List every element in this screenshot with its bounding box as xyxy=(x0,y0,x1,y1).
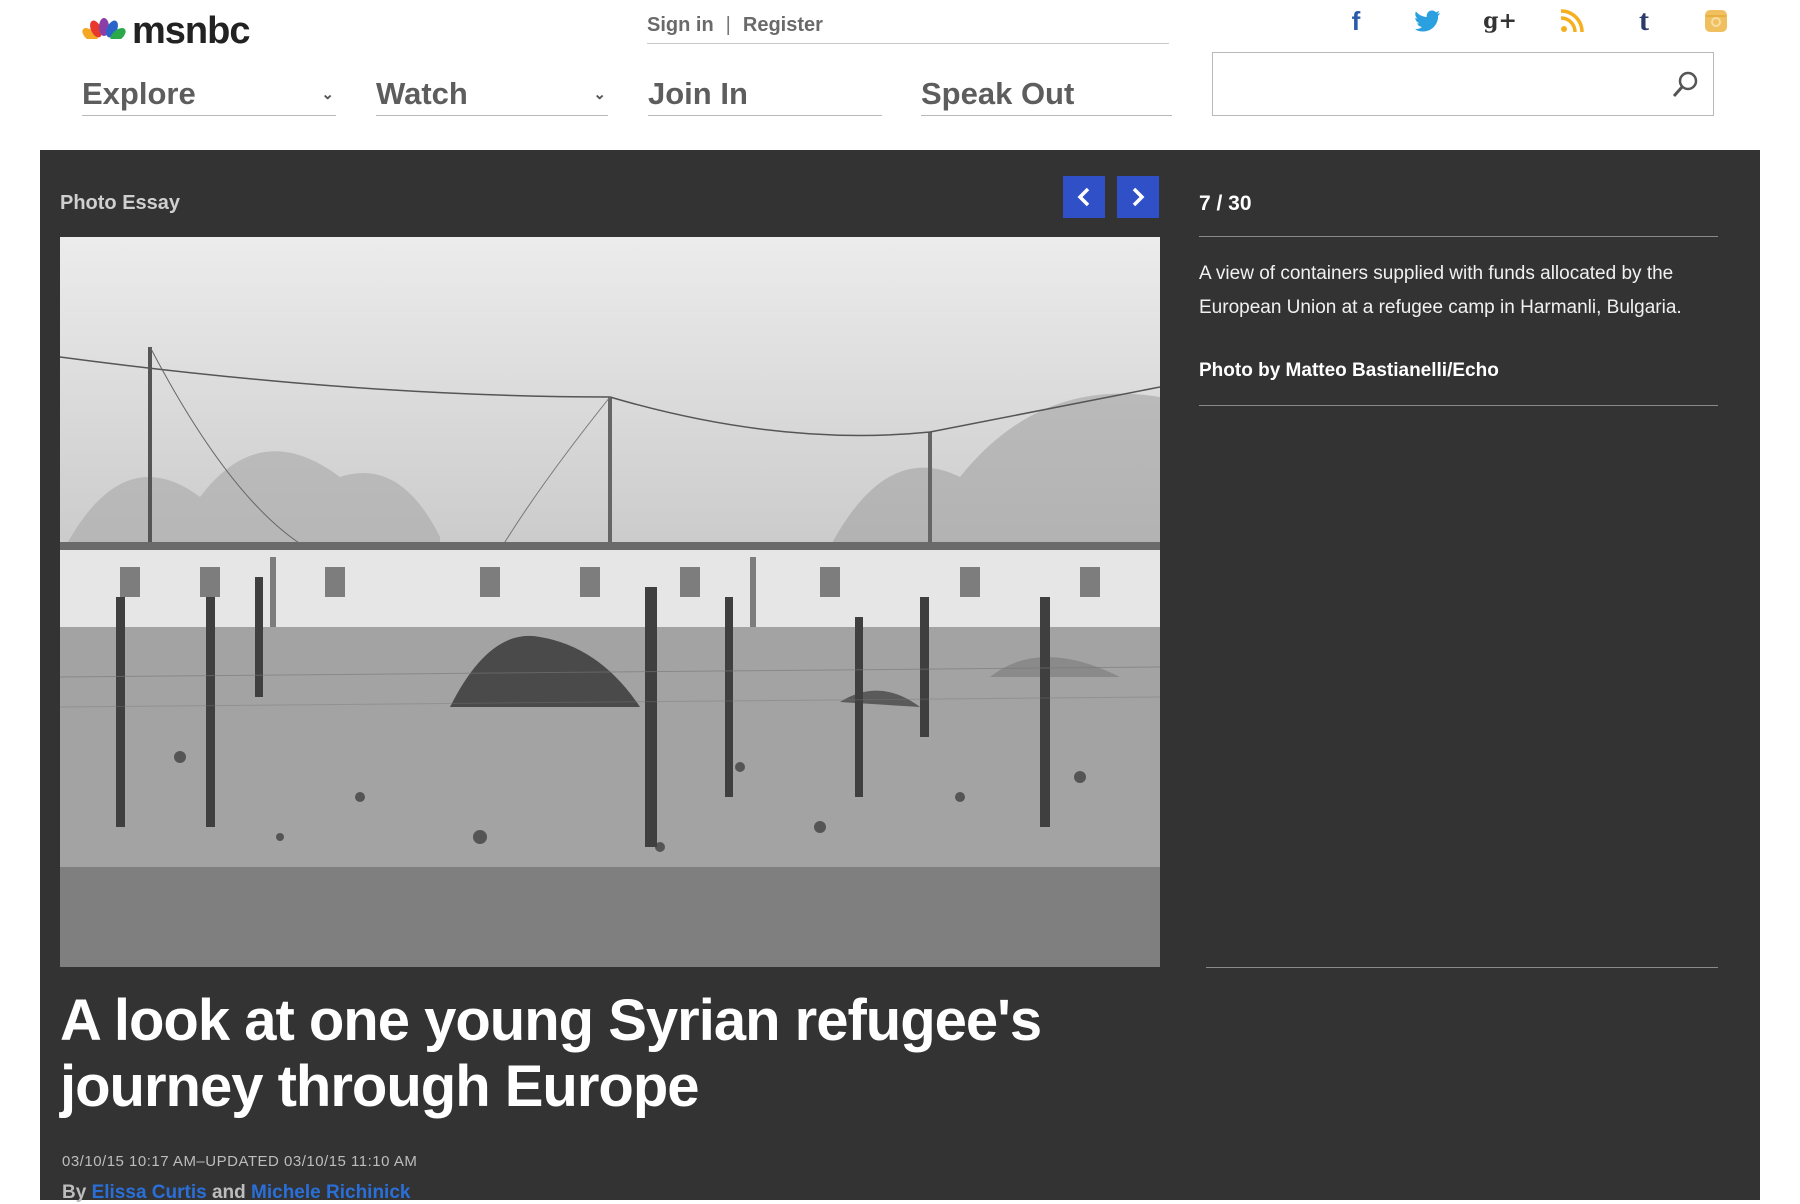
instagram-icon[interactable] xyxy=(1680,6,1752,36)
nav-speak-out[interactable]: Speak Out xyxy=(921,72,1172,116)
register-link[interactable]: Register xyxy=(743,14,823,37)
nav-join-in[interactable]: Join In xyxy=(648,72,882,116)
twitter-icon[interactable] xyxy=(1392,6,1464,36)
chevron-right-icon xyxy=(1132,187,1145,207)
rss-icon[interactable] xyxy=(1536,6,1608,36)
account-links: Sign in | Register xyxy=(647,8,1169,44)
facebook-icon[interactable]: f xyxy=(1320,6,1392,36)
search-icon[interactable] xyxy=(1671,69,1701,99)
nav-watch[interactable]: Watch ⌄ xyxy=(376,72,608,116)
photo-credit: Photo by Matteo Bastianelli/Echo xyxy=(1199,360,1499,381)
divider xyxy=(1206,967,1718,968)
google-plus-icon[interactable]: g+ xyxy=(1464,6,1536,36)
tumblr-icon[interactable]: t xyxy=(1608,4,1680,37)
previous-photo-button[interactable] xyxy=(1063,176,1105,218)
search-box xyxy=(1212,52,1714,116)
sign-in-link[interactable]: Sign in xyxy=(647,14,714,37)
chevron-down-icon: ⌄ xyxy=(593,85,606,103)
photo-counter: 7 / 30 xyxy=(1199,192,1252,215)
photo-essay-panel: Photo Essay 7 / 30 A view of containers … xyxy=(40,150,1760,1203)
gallery-photo xyxy=(60,237,1160,967)
nav-speak-out-label: Speak Out xyxy=(921,75,1075,111)
section-label: Photo Essay xyxy=(60,192,181,214)
account-separator: | xyxy=(725,14,731,36)
nav-watch-label: Watch xyxy=(376,75,468,111)
msnbc-logo[interactable]: msnbc xyxy=(80,8,250,54)
chevron-left-icon xyxy=(1077,187,1090,207)
article-byline: By Elissa Curtis and Michele Richinick xyxy=(62,1182,410,1204)
photo-caption: A view of containers supplied with funds… xyxy=(1199,263,1682,318)
nav-join-in-label: Join In xyxy=(648,75,748,111)
nav-explore[interactable]: Explore ⌄ xyxy=(82,72,336,116)
next-photo-button[interactable] xyxy=(1117,176,1159,218)
divider xyxy=(1199,405,1718,406)
social-links: f g+ t xyxy=(1320,4,1752,37)
divider xyxy=(1199,236,1718,237)
article-dateline: 03/10/15 10:17 AM–UPDATED 03/10/15 11:10… xyxy=(62,1153,418,1170)
chevron-down-icon: ⌄ xyxy=(321,85,334,103)
refugee-camp-photo xyxy=(60,237,1160,967)
logo-wordmark: msnbc xyxy=(132,9,250,52)
peacock-icon xyxy=(82,18,126,45)
search-input[interactable] xyxy=(1213,53,1653,115)
nav-explore-label: Explore xyxy=(82,75,196,111)
article-headline: A look at one young Syrian refugee's jou… xyxy=(60,988,1042,1119)
